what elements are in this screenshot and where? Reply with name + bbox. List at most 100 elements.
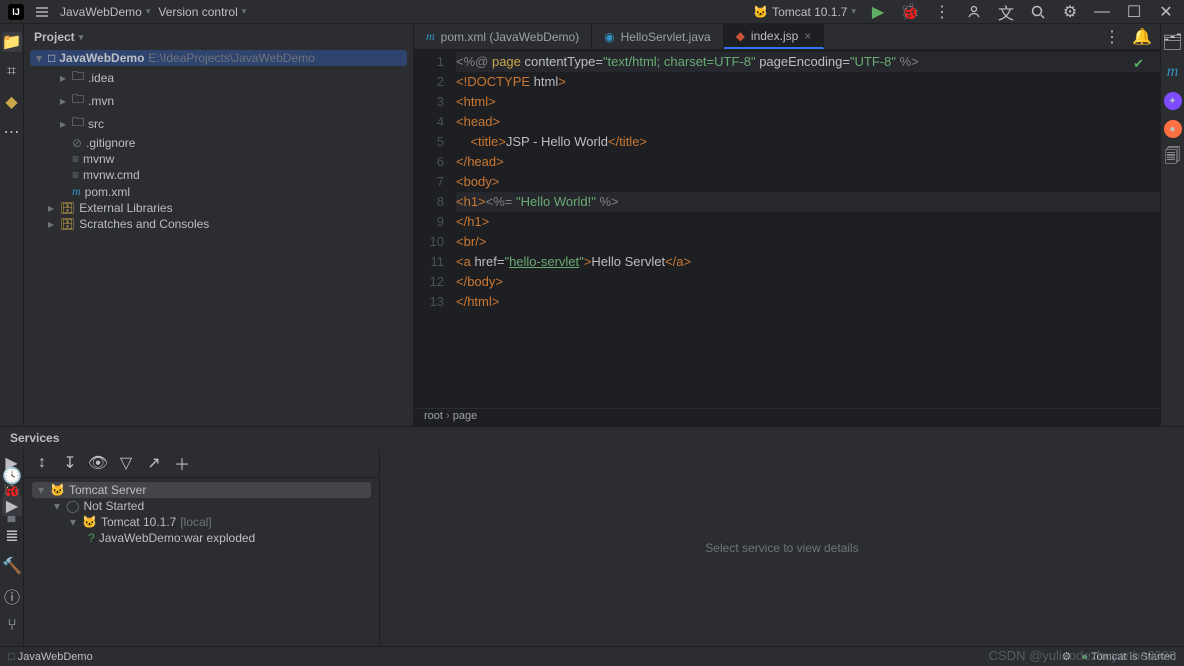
tree-root-path: E:\IdeaProjects\JavaWebDemo: [148, 51, 315, 65]
tree-item-label: Scratches and Consoles: [79, 217, 209, 231]
inspection-ok-icon[interactable]: ✔: [1133, 54, 1144, 74]
tree-item-label: .idea: [88, 71, 114, 85]
collapse-all-icon[interactable]: ↧: [60, 453, 80, 473]
tree-item[interactable]: ▸ 🗄 External Libraries: [30, 200, 407, 216]
vcs-widget[interactable]: □ JavaWebDemo: [8, 651, 93, 663]
code-line: </h1>: [456, 212, 1160, 232]
translate-icon[interactable]: 文: [996, 2, 1016, 22]
editor-tab[interactable]: ◉ HelloServlet.java: [592, 24, 724, 49]
line-number: 2: [414, 72, 444, 92]
notifications-icon[interactable]: 🔔: [1132, 27, 1152, 47]
line-number: 4: [414, 112, 444, 132]
maximize-button[interactable]: ☐: [1124, 2, 1144, 22]
minimize-button[interactable]: —: [1092, 2, 1112, 22]
chevron-right-icon: ▸: [58, 71, 68, 85]
breadcrumb-sep: ›: [443, 410, 453, 422]
services-tree-area: ↕ ↧ 👁 ▽ ↗ ＋ ▾ 🐱 Tomcat Server ▾ ◯ Not St…: [24, 449, 380, 646]
services-header[interactable]: Services: [0, 427, 1184, 449]
svc-config-label: Tomcat 10.1.7: [101, 515, 176, 529]
tree-item[interactable]: ≡ mvnw: [30, 151, 407, 167]
svc-not-started[interactable]: ▾ ◯ Not Started: [32, 498, 371, 514]
file-icon: ≡: [72, 152, 79, 166]
search-everywhere-button[interactable]: [1028, 2, 1048, 22]
filter-icon[interactable]: ▽: [116, 453, 136, 473]
editor-tab[interactable]: m pom.xml (JavaWebDemo): [414, 24, 592, 49]
open-icon[interactable]: ↗: [144, 453, 164, 473]
build-tool-icon[interactable]: 🔨: [2, 556, 22, 576]
structure-tool-button[interactable]: ⌗: [2, 62, 22, 82]
svc-tomcat-config[interactable]: ▾ 🐱 Tomcat 10.1.7 [local]: [32, 514, 371, 530]
project-dropdown[interactable]: JavaWebDemo ▾: [60, 5, 150, 19]
problems-tool-icon[interactable]: ⓘ: [2, 586, 22, 606]
project-pane-header[interactable]: Project ▾: [24, 24, 413, 50]
tree-item[interactable]: ▸ 🗀 .idea: [30, 66, 407, 89]
expand-all-icon[interactable]: ↕: [32, 453, 52, 473]
recent-tool-icon[interactable]: 🕓: [2, 466, 22, 486]
debug-button[interactable]: 🐞: [900, 2, 920, 22]
add-service-icon[interactable]: ＋: [172, 453, 192, 473]
tree-root[interactable]: ▾ □ JavaWebDemo E:\IdeaProjects\JavaWebD…: [30, 50, 407, 66]
main-menu-button[interactable]: [32, 2, 52, 22]
code-area[interactable]: <%@ page contentType="text/html; charset…: [452, 50, 1160, 408]
more-tool-button[interactable]: ⋯: [2, 122, 22, 142]
project-tool-button[interactable]: 📁: [2, 32, 22, 52]
project-tree: ▾ □ JavaWebDemo E:\IdeaProjects\JavaWebD…: [24, 50, 413, 232]
folder-icon: □: [48, 51, 55, 65]
line-number: 13: [414, 292, 444, 312]
services-tool-icon[interactable]: ▶: [2, 496, 22, 516]
editor-body[interactable]: 12345678910111213 <%@ page contentType="…: [414, 50, 1160, 408]
git-tool-icon[interactable]: ⑂: [2, 616, 22, 636]
run-config-selector[interactable]: 🐱 Tomcat 10.1.7 ▾: [753, 5, 856, 19]
file-icon: ≡: [72, 168, 79, 182]
titlebar: IJ JavaWebDemo ▾ Version control ▾ 🐱 Tom…: [0, 0, 1184, 24]
terminal-tool-icon[interactable]: ≣: [2, 526, 22, 546]
vcs-dropdown[interactable]: Version control ▾: [158, 5, 246, 19]
svc-artifact-label: JavaWebDemo:war exploded: [99, 531, 256, 545]
tree-item[interactable]: m pom.xml: [30, 183, 407, 200]
gitignore-icon: ⊘: [72, 136, 82, 150]
status-dot-icon: ◯: [66, 499, 79, 513]
settings-button[interactable]: ⚙: [1060, 2, 1080, 22]
line-number: 8: [414, 192, 444, 212]
main-area: 📁 ⌗ ◆ ⋯ Project ▾ ▾ □ JavaWebDemo E:\Ide…: [0, 24, 1184, 426]
line-number: 5: [414, 132, 444, 152]
svc-artifact[interactable]: ? JavaWebDemo:war exploded: [32, 530, 371, 546]
editor-breadcrumb[interactable]: root › page: [414, 408, 1160, 426]
editor-more-icon[interactable]: ⋮: [1102, 27, 1122, 47]
database-tool-icon[interactable]: ●: [1164, 120, 1182, 138]
clipboard-tool-icon[interactable]: 🗐: [1163, 148, 1183, 168]
notifications-tool-icon[interactable]: 🗂: [1163, 32, 1183, 52]
editor-tab[interactable]: ◆ index.jsp ×: [724, 24, 825, 49]
status-branch: JavaWebDemo: [18, 651, 93, 663]
services-detail: Select service to view details: [380, 449, 1184, 646]
svc-root-label: Tomcat Server: [69, 483, 146, 497]
line-number: 9: [414, 212, 444, 232]
tree-item[interactable]: ▸ 🗀 src: [30, 112, 407, 135]
svc-tomcat-server[interactable]: ▾ 🐱 Tomcat Server: [32, 482, 371, 498]
editor-tab-label: pom.xml (JavaWebDemo): [441, 30, 579, 44]
chevron-right-icon: ▸: [58, 94, 68, 108]
show-hide-icon[interactable]: 👁: [88, 453, 108, 473]
services-panel: Services ▶ 🐞 ■ ↕ ↧ 👁 ▽ ↗ ＋ ▾ 🐱 Tomcat Se…: [0, 426, 1184, 646]
maven-tool-icon[interactable]: m: [1163, 62, 1183, 82]
code-with-me-icon[interactable]: [964, 2, 984, 22]
run-config-name: Tomcat 10.1.7: [772, 5, 847, 19]
close-tab-icon[interactable]: ×: [804, 29, 811, 43]
library-icon: 🗄: [60, 201, 75, 215]
more-actions-button[interactable]: ⋮: [932, 2, 952, 22]
tree-item[interactable]: ▸ 🗄 Scratches and Consoles: [30, 216, 407, 232]
bookmarks-tool-button[interactable]: ◆: [2, 92, 22, 112]
ai-assistant-icon[interactable]: ✦: [1164, 92, 1182, 110]
line-number: 7: [414, 172, 444, 192]
folder-icon: 🗀: [72, 90, 84, 111]
run-button[interactable]: ▶: [868, 2, 888, 22]
tree-item[interactable]: ≡ mvnw.cmd: [30, 167, 407, 183]
breadcrumb-root: root: [424, 410, 443, 422]
line-number: 6: [414, 152, 444, 172]
tree-item[interactable]: ▸ 🗀 .mvn: [30, 89, 407, 112]
code-line: <head>: [456, 112, 1160, 132]
tree-item[interactable]: ⊘ .gitignore: [30, 135, 407, 151]
tomcat-icon: 🐱: [50, 483, 65, 497]
tree-item-label: External Libraries: [79, 201, 172, 215]
close-window-button[interactable]: ✕: [1156, 2, 1176, 22]
